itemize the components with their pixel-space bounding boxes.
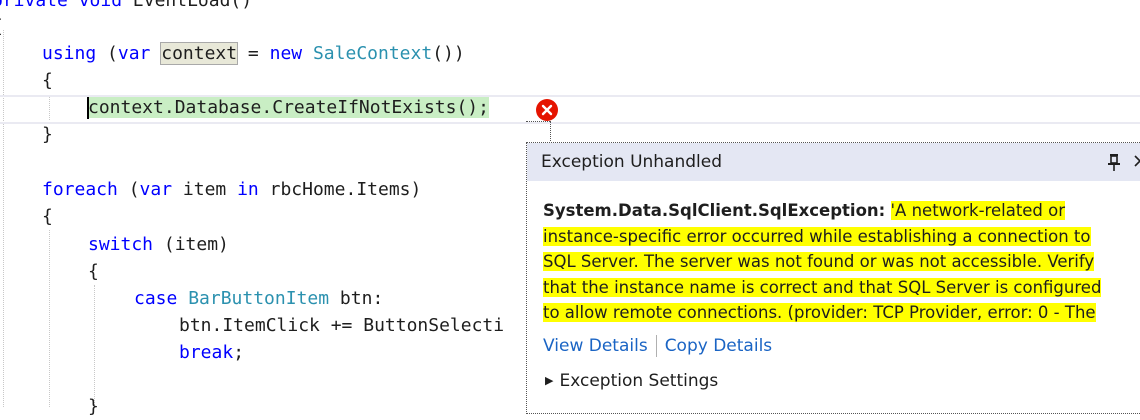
callout-connector bbox=[526, 121, 550, 122]
callout-connector bbox=[550, 121, 551, 143]
exception-popup-header: Exception Unhandled bbox=[527, 143, 1140, 181]
code-line-break[interactable]: break; bbox=[179, 339, 244, 366]
code-line-case[interactable]: case BarButtonItem btn: bbox=[134, 285, 383, 312]
executing-statement[interactable]: context.Database.CreateIfNotExists(); bbox=[88, 97, 489, 118]
code-line-open-brace[interactable]: { bbox=[0, 13, 3, 40]
code-line-method-signature[interactable]: private void EventLoad() bbox=[0, 0, 252, 14]
indent-guide bbox=[3, 30, 4, 407]
error-icon[interactable] bbox=[536, 99, 558, 121]
indent-guide bbox=[94, 285, 95, 407]
text-caret bbox=[87, 97, 89, 119]
exception-settings-expander[interactable]: ▶ Exception Settings bbox=[545, 371, 718, 391]
copy-details-link[interactable]: Copy Details bbox=[665, 336, 772, 356]
pin-icon[interactable] bbox=[1107, 153, 1121, 175]
code-line-using[interactable]: using (var context = new SaleContext()) bbox=[42, 40, 465, 67]
code-line-item-click[interactable]: btn.ItemClick += ButtonSelecti bbox=[179, 312, 504, 339]
close-icon[interactable] bbox=[1133, 153, 1140, 172]
exception-type: System.Data.SqlClient.SqlException: bbox=[543, 201, 886, 220]
code-line-current-statement[interactable]: context.Database.CreateIfNotExists(); bbox=[88, 94, 489, 121]
code-line-brace[interactable]: { bbox=[88, 258, 99, 285]
exception-helper-popup: Exception Unhandled System.Data.SqlClien… bbox=[526, 142, 1140, 414]
exception-message: System.Data.SqlClient.SqlException: 'A n… bbox=[543, 198, 1113, 326]
exception-settings-label: Exception Settings bbox=[559, 371, 719, 391]
view-details-link[interactable]: View Details bbox=[543, 336, 648, 356]
indent-guide bbox=[49, 230, 50, 407]
code-line-brace[interactable]: } bbox=[42, 121, 53, 148]
code-line-brace[interactable]: { bbox=[42, 203, 53, 230]
expand-triangle-icon: ▶ bbox=[545, 374, 554, 387]
highlighted-reference[interactable]: context bbox=[160, 42, 239, 65]
code-line-brace[interactable]: { bbox=[42, 67, 53, 94]
link-separator bbox=[655, 335, 657, 357]
code-line-switch[interactable]: switch (item) bbox=[88, 231, 229, 258]
code-line-foreach[interactable]: foreach (var item in rbcHome.Items) bbox=[42, 176, 421, 203]
exception-links: View Details Copy Details bbox=[543, 335, 772, 357]
popup-title: Exception Unhandled bbox=[541, 152, 723, 172]
